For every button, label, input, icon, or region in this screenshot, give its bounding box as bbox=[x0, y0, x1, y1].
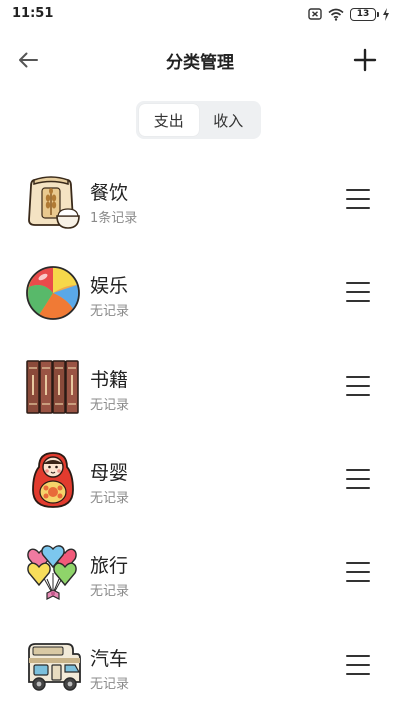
list-item[interactable]: 母婴 无记录 bbox=[0, 436, 400, 529]
category-record-count: 无记录 bbox=[90, 584, 130, 600]
wifi-icon bbox=[328, 8, 344, 21]
camper-van-icon bbox=[25, 636, 81, 696]
charging-icon bbox=[382, 7, 390, 21]
page-title: 分类管理 bbox=[166, 53, 234, 73]
drag-handle-icon[interactable] bbox=[346, 375, 370, 397]
list-item[interactable]: 娱乐 无记录 bbox=[0, 249, 400, 342]
category-record-count: 无记录 bbox=[90, 677, 130, 693]
category-name: 旅行 bbox=[90, 555, 129, 578]
category-name: 汽车 bbox=[90, 648, 129, 671]
category-name: 书籍 bbox=[90, 368, 129, 391]
books-icon bbox=[25, 357, 81, 417]
category-record-count: 无记录 bbox=[90, 304, 130, 320]
category-name: 餐饮 bbox=[90, 182, 129, 204]
nav-bar: 分类管理 bbox=[0, 36, 400, 84]
battery-level: 13 bbox=[356, 8, 370, 19]
category-record-count: 无记录 bbox=[90, 397, 130, 413]
beach-ball-icon bbox=[25, 263, 81, 323]
status-icons: 13 bbox=[308, 6, 390, 22]
drag-handle-icon[interactable] bbox=[346, 188, 370, 210]
list-item[interactable]: 旅行 无记录 bbox=[0, 529, 400, 622]
list-item[interactable]: 汽车 无记录 bbox=[0, 622, 400, 710]
drag-handle-icon[interactable] bbox=[346, 561, 370, 583]
sim-icon bbox=[308, 8, 322, 20]
matryoshka-doll-icon bbox=[25, 450, 81, 510]
category-name: 母婴 bbox=[90, 461, 129, 484]
status-time: 11:51 bbox=[12, 6, 54, 21]
heart-balloons-icon bbox=[25, 543, 81, 603]
type-switch: 支出 收入 bbox=[136, 101, 261, 139]
drag-handle-icon[interactable] bbox=[346, 654, 370, 676]
list-item[interactable]: 餐饮 1条记录 bbox=[0, 156, 400, 249]
tab-expense[interactable]: 支出 bbox=[139, 104, 199, 136]
category-record-count: 1条记录 bbox=[90, 211, 138, 226]
status-bar: 11:51 13 bbox=[0, 0, 400, 28]
rice-sack-icon bbox=[25, 170, 81, 230]
plus-icon bbox=[353, 48, 377, 72]
drag-handle-icon[interactable] bbox=[346, 468, 370, 490]
add-category-button[interactable] bbox=[350, 45, 380, 75]
category-list: 餐饮 1条记录 娱乐 无记录 书籍 无记录 母婴 无记录 旅行 无记录 汽车 无… bbox=[0, 156, 400, 710]
list-item[interactable]: 书籍 无记录 bbox=[0, 343, 400, 436]
battery-icon: 13 bbox=[350, 7, 379, 21]
category-name: 娱乐 bbox=[90, 275, 129, 298]
tab-income[interactable]: 收入 bbox=[199, 104, 259, 136]
category-record-count: 无记录 bbox=[90, 490, 130, 506]
drag-handle-icon[interactable] bbox=[346, 281, 370, 303]
